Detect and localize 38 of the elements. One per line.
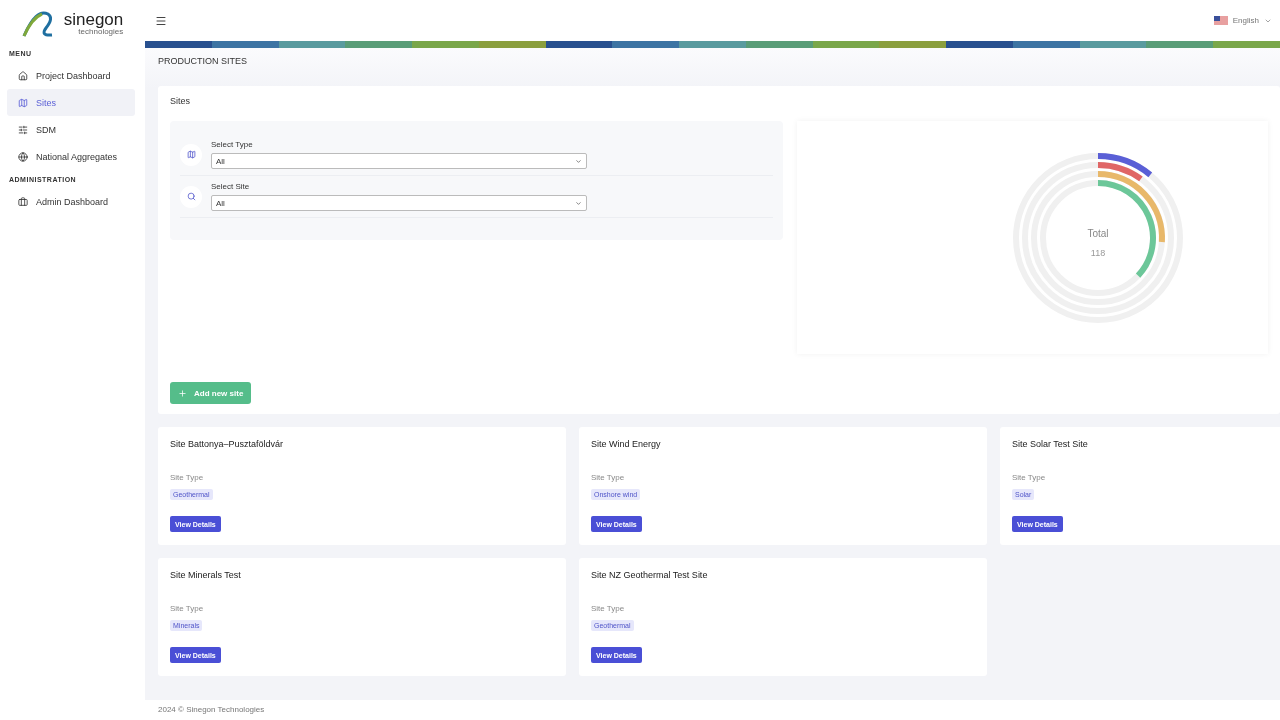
menu-icon[interactable] xyxy=(155,14,167,27)
map-icon xyxy=(18,97,28,108)
site-type-label: Site Type xyxy=(591,473,626,482)
site-type-label: Site Type xyxy=(170,473,205,482)
logo-tagline: technologies xyxy=(78,27,124,36)
select-field[interactable]: All xyxy=(211,195,587,211)
caret-icon xyxy=(575,157,582,165)
select-field[interactable]: All xyxy=(211,153,587,169)
site-type-label: Site Type xyxy=(1012,473,1047,482)
filter-label: Select Site xyxy=(211,182,251,191)
plus-icon xyxy=(178,388,187,398)
search-icon xyxy=(180,185,202,208)
site-name: Site Minerals Test xyxy=(170,570,242,580)
map-icon xyxy=(180,143,202,166)
filter-label: Select Type xyxy=(211,140,254,149)
sidebar-item[interactable]: Sites xyxy=(7,89,135,116)
sidebar-item[interactable]: Admin Dashboard xyxy=(7,188,135,215)
globe-icon xyxy=(18,151,28,162)
sliders-icon xyxy=(18,124,28,135)
card-title: Sites xyxy=(170,96,191,106)
flag-icon xyxy=(1213,16,1228,25)
caret-icon xyxy=(575,199,582,207)
language-selector[interactable]: English xyxy=(1213,16,1272,25)
total-value: 118 xyxy=(1090,247,1105,258)
site-name: Site Wind Energy xyxy=(591,439,662,449)
site-name: Site NZ Geothermal Test Site xyxy=(591,570,709,580)
sidebar-item[interactable]: SDM xyxy=(7,116,135,143)
site-name: Site Battonya–Pusztaföldvár xyxy=(170,439,285,449)
footer-text: 2024 © Sinegon Technologies xyxy=(145,700,1280,720)
home-icon xyxy=(18,70,28,81)
sidebar-item[interactable]: National Aggregates xyxy=(7,143,135,170)
logo-name: sinegon xyxy=(63,10,124,28)
site-name: Site Solar Test Site xyxy=(1012,439,1089,449)
site-type-label: Site Type xyxy=(170,604,205,613)
site-type-label: Site Type xyxy=(591,604,626,613)
sidebar-item[interactable]: Project Dashboard xyxy=(7,62,135,89)
total-label: Total xyxy=(1086,227,1109,239)
briefcase-icon xyxy=(18,196,28,207)
